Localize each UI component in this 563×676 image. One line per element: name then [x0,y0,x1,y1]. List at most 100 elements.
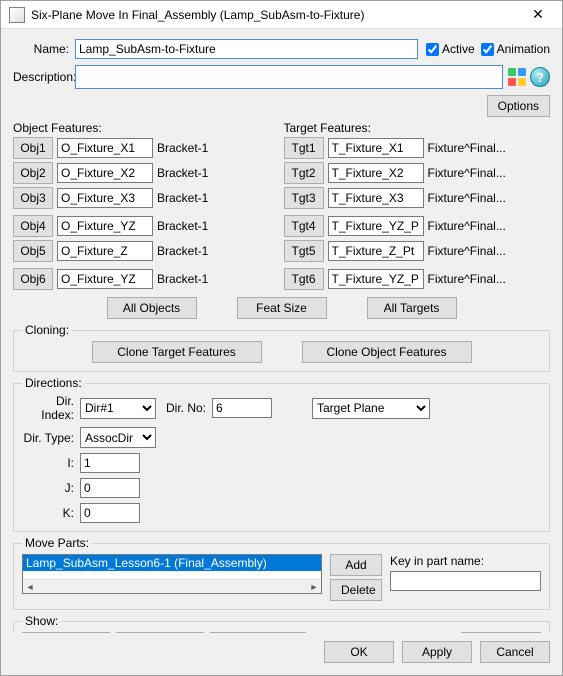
delete-button[interactable]: Delete [330,579,382,601]
tgt-row-5: Tgt5 Fixture^Final... [284,240,551,262]
j-input[interactable] [80,478,140,498]
obj2-input[interactable] [57,163,153,183]
tgt6-extra: Fixture^Final... [428,272,551,286]
description-input[interactable] [75,65,503,89]
tgt2-extra: Fixture^Final... [428,166,551,180]
tgt-row-4: Tgt4 Fixture^Final... [284,215,551,237]
tgt2-input[interactable] [328,163,424,183]
obj3-input[interactable] [57,188,153,208]
i-input[interactable] [80,453,140,473]
move-parts-legend: Move Parts: [22,536,92,550]
window-title: Six-Plane Move In Final_Assembly (Lamp_S… [31,8,522,22]
obj6-input[interactable] [57,269,153,289]
tgt5-button[interactable]: Tgt5 [284,240,324,262]
obj-row-6: Obj6 Bracket-1 [13,268,280,290]
directions-group: Directions: Dir. Index: Dir#1 Dir. No: T… [13,376,550,532]
tgt2-button[interactable]: Tgt2 [284,162,324,184]
tgt6-input[interactable] [328,269,424,289]
list-item[interactable]: Lamp_SubAsm_Lesson6-1 (Final_Assembly) [23,555,322,571]
dir-type-select[interactable]: AssocDir [80,427,156,448]
key-in-part-label: Key in part name: [390,554,541,568]
object-features-label: Object Features: [13,121,280,135]
show-legend: Show: [22,614,61,628]
tgt-row-2: Tgt2 Fixture^Final... [284,162,551,184]
obj-row-1: Obj1 Bracket-1 [13,137,280,159]
help-icon[interactable]: ? [530,67,550,87]
i-label: I: [22,456,80,470]
obj-row-3: Obj3 Bracket-1 [13,187,280,209]
active-checkbox[interactable] [426,43,439,56]
directions-legend: Directions: [22,376,85,390]
obj-row-2: Obj2 Bracket-1 [13,162,280,184]
tgt3-button[interactable]: Tgt3 [284,187,324,209]
clone-object-button[interactable]: Clone Object Features [302,341,472,363]
tgt5-extra: Fixture^Final... [428,244,551,258]
clone-target-button[interactable]: Clone Target Features [92,341,262,363]
tgt1-button[interactable]: Tgt1 [284,137,324,159]
options-button[interactable]: Options [487,95,550,117]
listbox-scrollbar[interactable]: ◄ ► [23,579,321,593]
k-label: K: [22,506,80,520]
scroll-right-icon[interactable]: ► [307,580,321,594]
obj1-input[interactable] [57,138,153,158]
obj6-extra: Bracket-1 [157,272,280,286]
scroll-left-icon[interactable]: ◄ [23,580,37,594]
dir-index-select[interactable]: Dir#1 [80,398,156,419]
obj3-extra: Bracket-1 [157,191,280,205]
obj4-extra: Bracket-1 [157,219,280,233]
name-label: Name: [13,42,75,56]
apply-button[interactable]: Apply [402,641,472,663]
all-objects-button[interactable]: All Objects [107,297,197,319]
close-button[interactable]: ✕ [522,1,554,29]
feat-size-button[interactable]: Feat Size [237,297,327,319]
obj5-button[interactable]: Obj5 [13,240,53,262]
dir-index-label: Dir. Index: [22,394,80,422]
tgt3-input[interactable] [328,188,424,208]
name-input[interactable] [75,39,418,59]
tgt4-input[interactable] [328,216,424,236]
titlebar: Six-Plane Move In Final_Assembly (Lamp_S… [1,1,562,29]
obj6-button[interactable]: Obj6 [13,268,53,290]
tgt-row-3: Tgt3 Fixture^Final... [284,187,551,209]
obj3-button[interactable]: Obj3 [13,187,53,209]
tgt1-extra: Fixture^Final... [428,141,551,155]
part-key-input[interactable] [390,571,541,591]
k-input[interactable] [80,503,140,523]
ok-button[interactable]: OK [324,641,394,663]
tgt4-button[interactable]: Tgt4 [284,215,324,237]
move-parts-group: Move Parts: Lamp_SubAsm_Lesson6-1 (Final… [13,536,550,610]
tgt4-extra: Fixture^Final... [428,219,551,233]
active-checkbox-label[interactable]: Active [426,42,475,56]
move-parts-listbox[interactable]: Lamp_SubAsm_Lesson6-1 (Final_Assembly) ◄… [22,554,322,594]
tgt3-extra: Fixture^Final... [428,191,551,205]
target-features-label: Target Features: [284,121,551,135]
obj1-button[interactable]: Obj1 [13,137,53,159]
cloning-legend: Cloning: [22,323,72,337]
cloning-group: Cloning: Clone Target Features Clone Obj… [13,323,550,372]
obj2-button[interactable]: Obj2 [13,162,53,184]
obj5-extra: Bracket-1 [157,244,280,258]
dir-type-label: Dir. Type: [22,431,80,445]
obj5-input[interactable] [57,241,153,261]
obj1-extra: Bracket-1 [157,141,280,155]
animation-checkbox-label[interactable]: Animation [481,42,550,56]
dir-no-label: Dir. No: [156,401,212,415]
tgt5-input[interactable] [328,241,424,261]
dialog-window: Six-Plane Move In Final_Assembly (Lamp_S… [0,0,563,676]
tgt-row-6: Tgt6 Fixture^Final... [284,268,551,290]
obj-row-5: Obj5 Bracket-1 [13,240,280,262]
target-plane-select[interactable]: Target Plane [312,398,430,419]
j-label: J: [22,481,80,495]
animation-checkbox[interactable] [481,43,494,56]
tgt-row-1: Tgt1 Fixture^Final... [284,137,551,159]
tgt6-button[interactable]: Tgt6 [284,268,324,290]
tgt1-input[interactable] [328,138,424,158]
add-button[interactable]: Add [330,554,382,576]
dir-no-input[interactable] [212,398,272,418]
obj4-button[interactable]: Obj4 [13,215,53,237]
obj4-input[interactable] [57,216,153,236]
description-label: Description: [13,70,75,84]
color-cube-icon[interactable] [507,67,527,87]
all-targets-button[interactable]: All Targets [367,297,457,319]
cancel-button[interactable]: Cancel [480,641,550,663]
